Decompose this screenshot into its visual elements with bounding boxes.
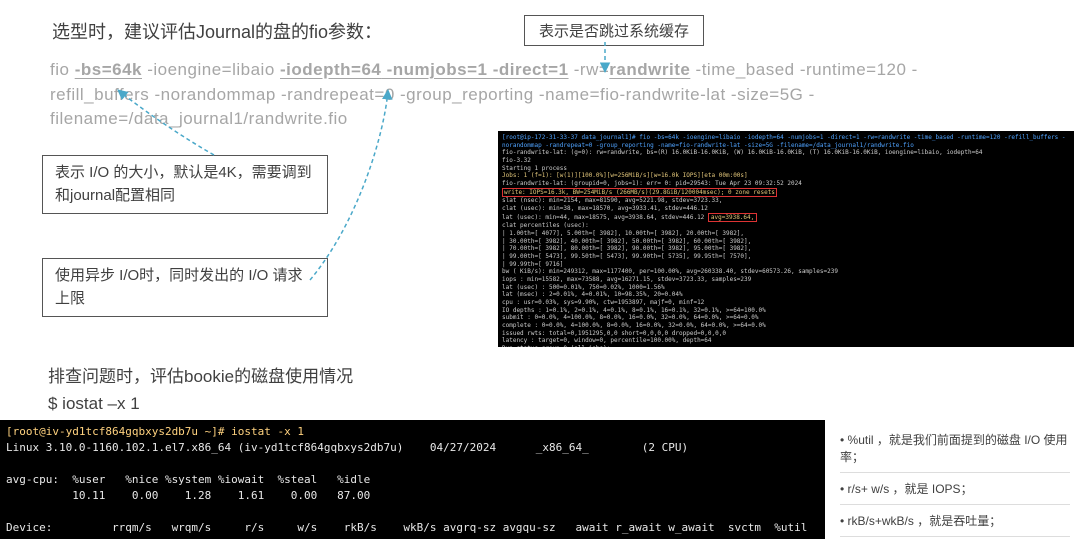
term-line: slat (nsec): min=2154, max=81590, avg=52… [502, 197, 1070, 205]
fio-arg-rw: -rw= [569, 60, 610, 79]
fio-arg-direct: -direct=1 [487, 60, 568, 79]
bullet-iops: r/s+ w/s ，就是 IOPS； [840, 473, 1070, 505]
term-line: clat percentiles (usec): [502, 222, 1070, 230]
term-line: lat (usec): min=44, max=18575, avg=3938.… [502, 213, 1070, 223]
callout-io-size: 表示 I/O 的大小，默认是4K，需要调到和journal配置相同 [42, 155, 328, 214]
term-line: lat (usec) : 500=0.01%, 750=0.02%, 1000=… [502, 284, 1070, 292]
term-line: | 30.00th=[ 3982], 40.00th=[ 3982], 50.0… [502, 238, 1070, 246]
heading-evaluate-fio: 选型时，建议评估Journal的盘的fio参数： [52, 18, 382, 44]
iostat-prompt: [root@iv-yd1tcf864gqbxys2db7u ~]# iostat… [6, 425, 304, 438]
iostat-line: 10.11 0.00 1.28 1.61 0.00 87.00 [6, 489, 370, 502]
fio-arg-randwrite: randwrite [609, 60, 690, 79]
bullet-list-iostat-explain: %util ，就是我们前面提到的磁盘 I/O 使用率； r/s+ w/s ，就是… [840, 424, 1070, 539]
term-line: Starting 1 process [502, 165, 1070, 173]
fio-cmd-prefix: fio [50, 60, 75, 79]
term-line: complete : 0=0.0%, 4=100.0%, 8=0.0%, 16=… [502, 322, 1070, 330]
term-line: [root@ip-172-31-33-37 data_journal1]# fi… [502, 134, 1070, 149]
bullet-throughput: rkB/s+wkB/s ，就是吞吐量； [840, 505, 1070, 537]
fio-arg-ioengine: -ioengine=libaio [142, 60, 280, 79]
term-line: issued rwts: total=0,1951295,0,0 short=0… [502, 330, 1070, 338]
term-line: bw ( KiB/s): min=249312, max=1177400, pe… [502, 268, 1070, 276]
slide: 选型时，建议评估Journal的盘的fio参数： 表示是否跳过系统缓存 fio … [0, 0, 1080, 539]
term-line: lat (msec) : 2=0.01%, 4=0.01%, 10=98.35%… [502, 291, 1070, 299]
term-line: fio-randwrite-lat: (groupid=0, jobs=1): … [502, 180, 1070, 188]
term-line: fio-3.32 [502, 157, 1070, 165]
term-line-highlight: write: IOPS=16.3k, BW=254MiB/s (266MB/s)… [502, 188, 777, 198]
iostat-line: avg-cpu: %user %nice %system %iowait %st… [6, 473, 370, 486]
fio-arg-numjobs: -numjobs=1 [381, 60, 487, 79]
bullet-util: %util ，就是我们前面提到的磁盘 I/O 使用率； [840, 424, 1070, 473]
term-line: submit : 0=0.0%, 4=100.0%, 8=0.0%, 16=0.… [502, 314, 1070, 322]
heading-iostat-line1: 排查问题时，评估bookie的磁盘使用情况 [48, 363, 353, 390]
callout-async-depth: 使用异步 I/O时，同时发出的 I/O 请求上限 [42, 258, 328, 317]
fio-arg-iodepth: -iodepth=64 [280, 60, 381, 79]
term-line: | 70.00th=[ 3982], 80.00th=[ 3982], 90.0… [502, 245, 1070, 253]
term-line: Jobs: 1 (f=1): [w(1)][100.0%][w=256MiB/s… [502, 172, 1070, 180]
term-line: cpu : usr=0.03%, sys=9.90%, ctw=1953897,… [502, 299, 1070, 307]
term-line: IO depths : 1=0.1%, 2=0.1%, 4=0.1%, 8=0.… [502, 307, 1070, 315]
callout-direct-cache: 表示是否跳过系统缓存 [524, 15, 704, 46]
fio-arg-bs: -bs=64k [75, 60, 142, 79]
term-line: Run status group 0 (all jobs): [502, 345, 1070, 347]
term-line: latency : target=0, window=0, percentile… [502, 337, 1070, 345]
term-line: clat (usec): min=38, max=18570, avg=3933… [502, 205, 1070, 213]
terminal-fio-output: [root@ip-172-31-33-37 data_journal1]# fi… [498, 131, 1074, 347]
fio-command-text: fio -bs=64k -ioengine=libaio -iodepth=64… [50, 58, 970, 132]
iostat-line: Device: rrqm/s wrqm/s r/s w/s rkB/s wkB/… [6, 521, 807, 534]
iostat-line: Linux 3.10.0-1160.102.1.el7.x86_64 (iv-y… [6, 441, 688, 454]
term-line: iops : min=15582, max=73588, avg=16271.1… [502, 276, 1070, 284]
heading-iostat-line2: $ iostat –x 1 [48, 390, 353, 417]
heading-iostat: 排查问题时，评估bookie的磁盘使用情况 $ iostat –x 1 [48, 363, 353, 417]
term-line: | 99.00th=[ 5473], 99.50th=[ 5473], 99.9… [502, 253, 1070, 261]
term-line: fio-randwrite-lat: (g=0): rw=randwrite, … [502, 149, 1070, 157]
term-line: | 99.99th=[ 9716] [502, 261, 1070, 269]
term-line: | 1.00th=[ 4077], 5.00th=[ 3982], 10.00t… [502, 230, 1070, 238]
terminal-iostat-output: [root@iv-yd1tcf864gqbxys2db7u ~]# iostat… [0, 420, 825, 539]
